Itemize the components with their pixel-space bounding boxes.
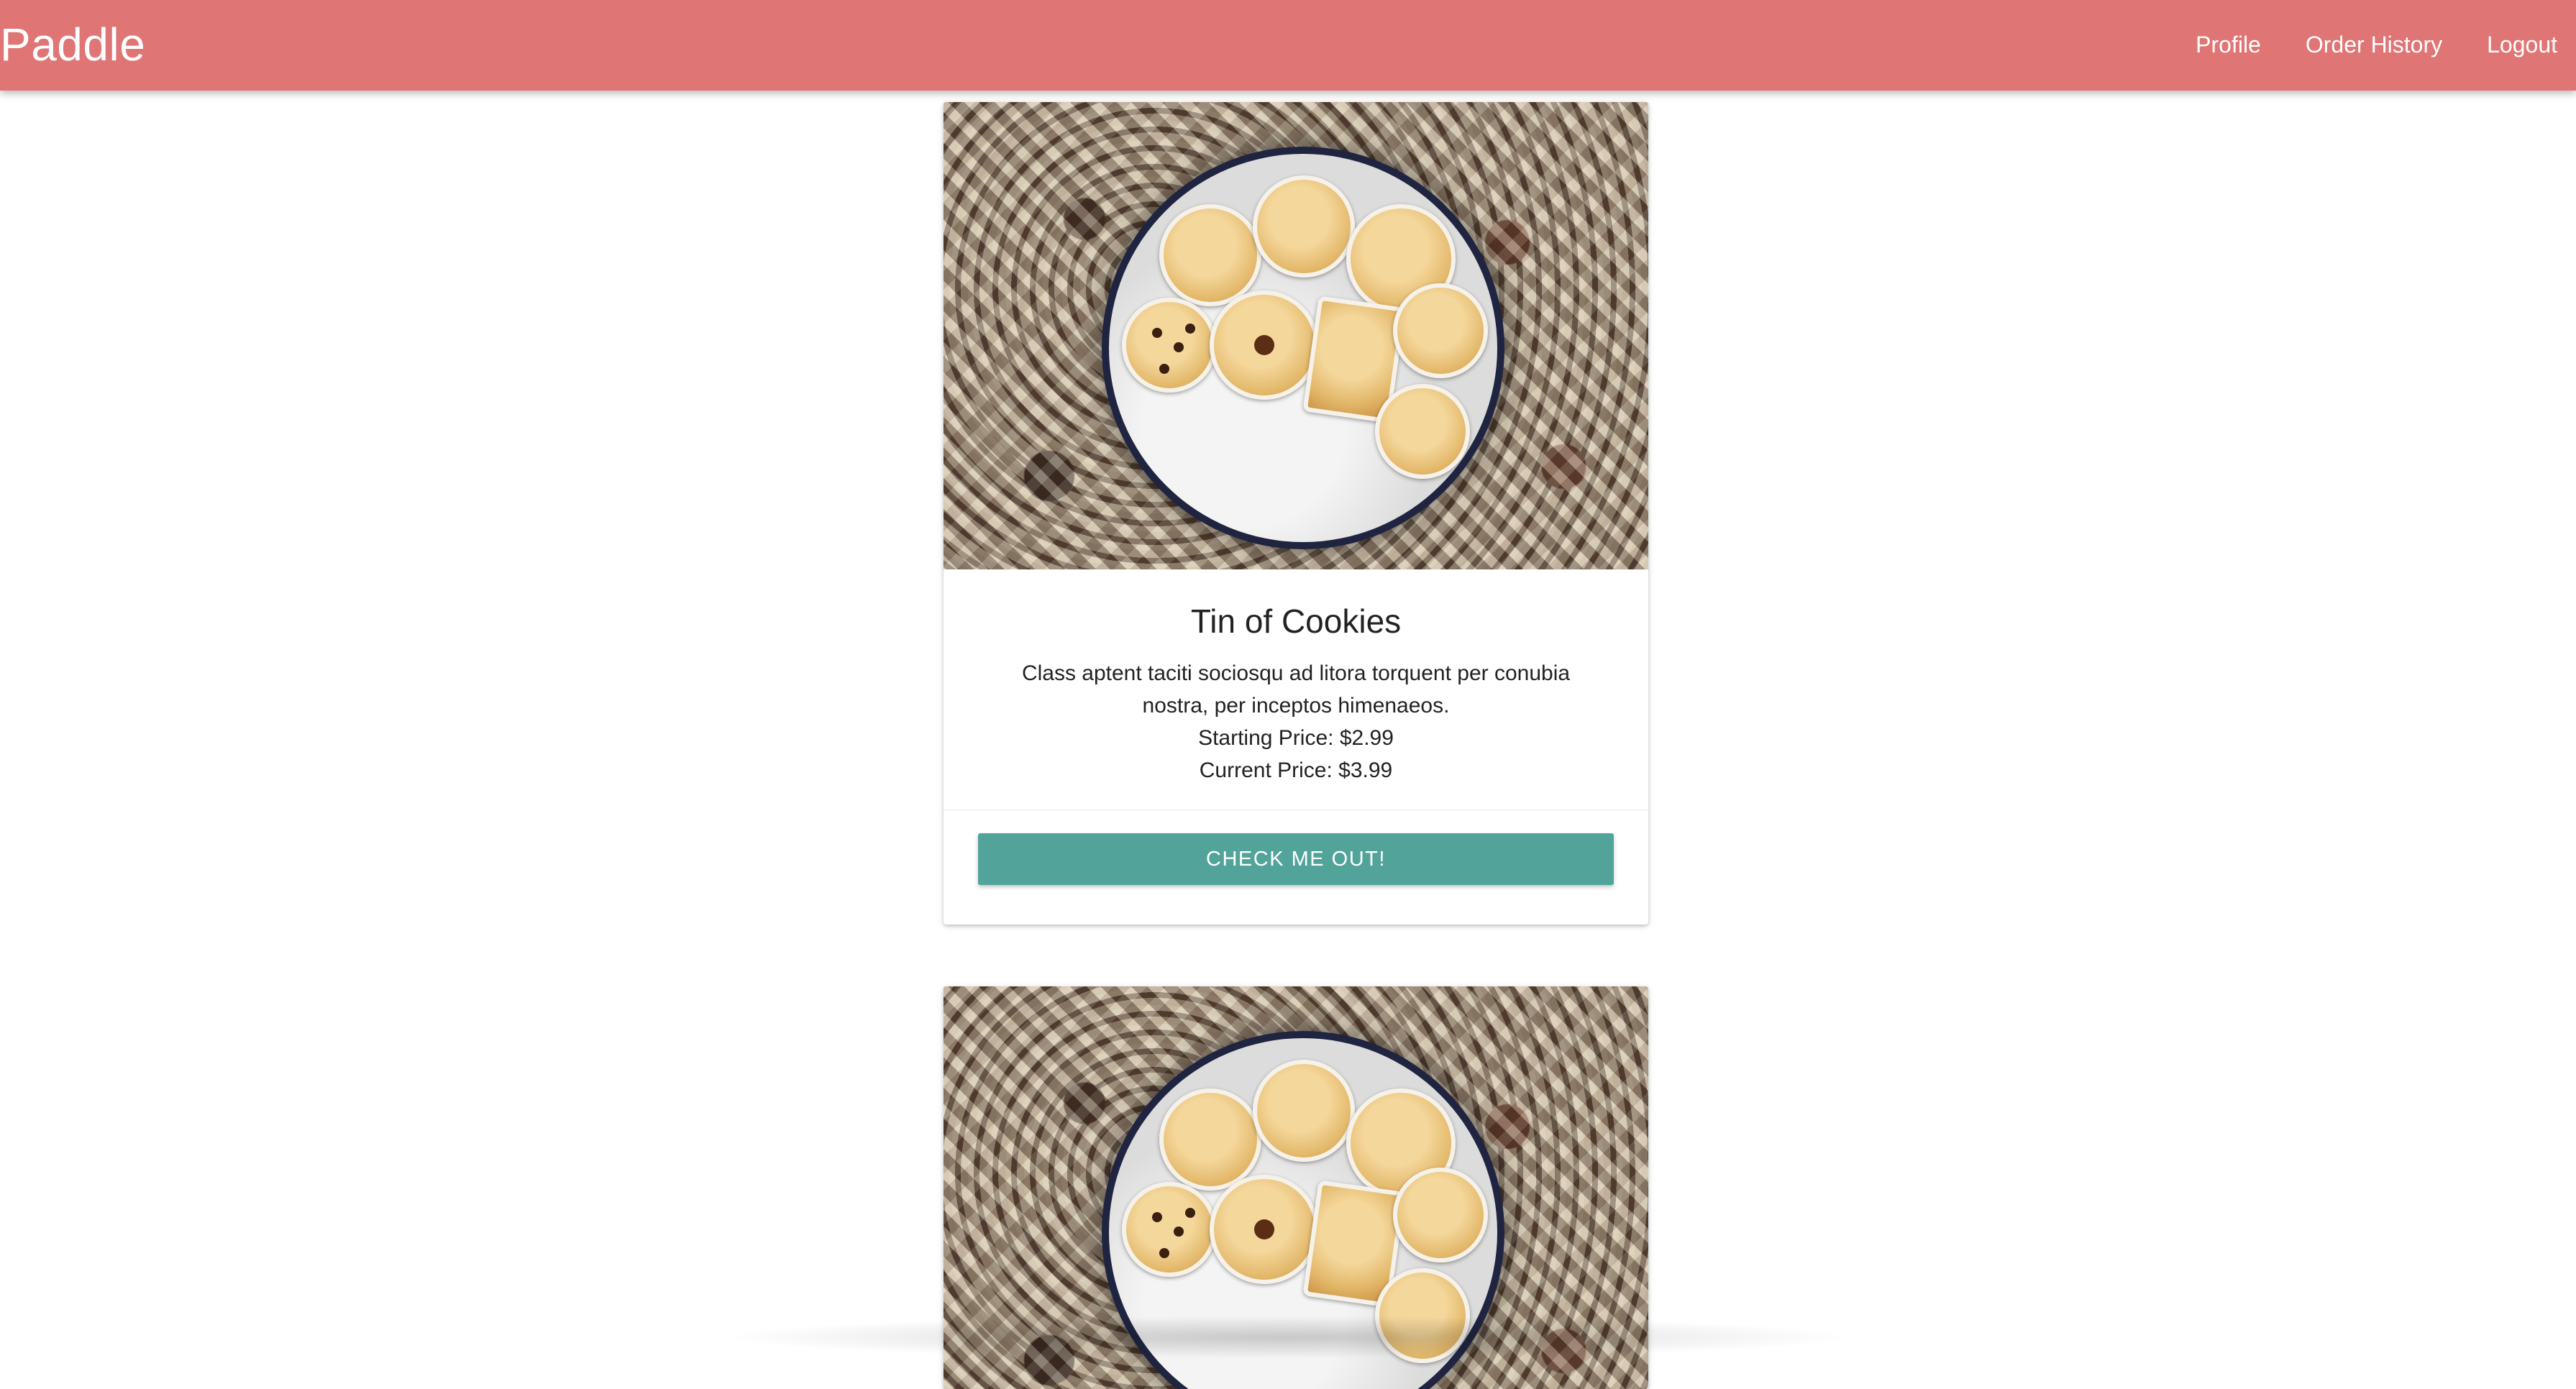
product-details: Tin of Cookies Class aptent taciti socio… (944, 569, 1648, 810)
nav-link-profile[interactable]: Profile (2173, 29, 2283, 60)
cookie (1122, 1182, 1217, 1277)
top-navbar: Paddle Profile Order History Logout (0, 0, 2576, 91)
current-price: Current Price: $3.99 (1199, 758, 1393, 782)
cookie (1253, 1060, 1355, 1162)
product-image (944, 102, 1648, 569)
card-actions: CHECK ME OUT! (944, 810, 1648, 908)
nav-links: Profile Order History Logout (2173, 29, 2557, 60)
cookie (1159, 204, 1261, 306)
cookie (1210, 1175, 1319, 1284)
cookie (1393, 1168, 1488, 1262)
cookie (1210, 290, 1319, 400)
nav-link-logout[interactable]: Logout (2465, 29, 2557, 60)
cookie (1375, 384, 1470, 479)
cookie (1159, 1088, 1261, 1191)
cookie-tin (1102, 147, 1504, 549)
check-me-out-button[interactable]: CHECK ME OUT! (978, 833, 1614, 885)
cookie (1393, 283, 1488, 378)
cookie (1122, 298, 1217, 393)
window-bottom-shadow (719, 1316, 1855, 1359)
cookie (1253, 175, 1355, 278)
product-description: Class aptent taciti sociosqu ad litora t… (1021, 661, 1571, 718)
product-card: Tin of Cookies Class aptent taciti socio… (944, 102, 1648, 925)
nav-link-order-history[interactable]: Order History (2283, 29, 2465, 60)
brand-logo[interactable]: Paddle (0, 19, 145, 70)
starting-price: Starting Price: $2.99 (1198, 726, 1394, 750)
product-title: Tin of Cookies (1190, 602, 1402, 640)
